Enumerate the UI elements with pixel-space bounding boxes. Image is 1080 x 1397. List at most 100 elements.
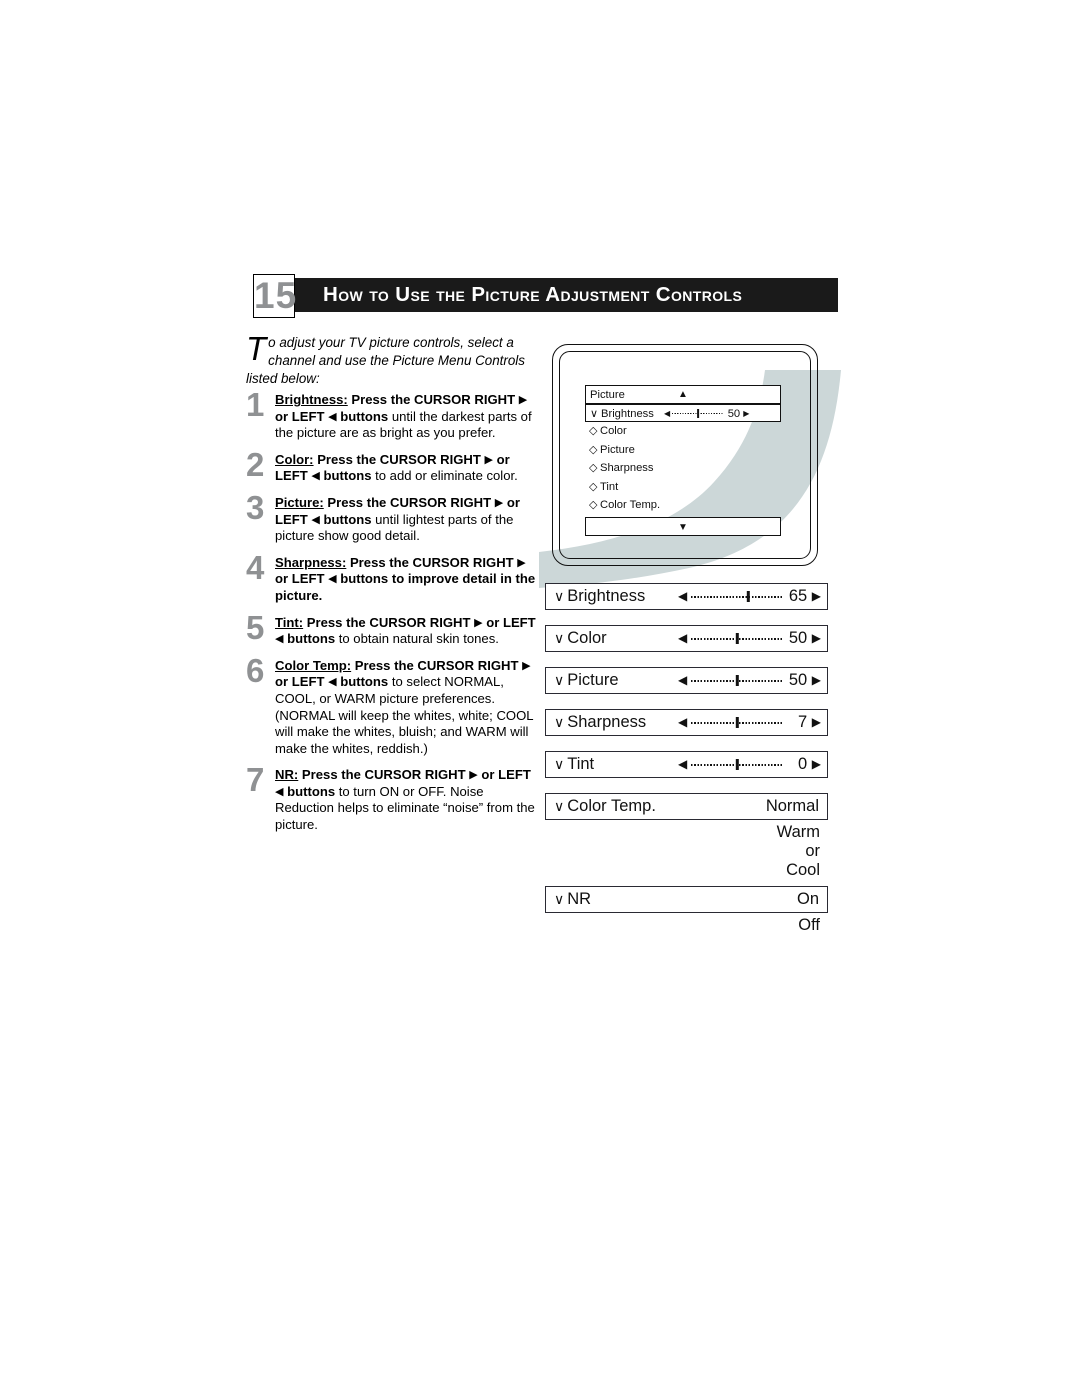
increase-arrow-icon[interactable]: ▶ (812, 752, 821, 777)
osd-menu-item-label: Color (600, 425, 627, 437)
slider-track[interactable] (691, 759, 784, 771)
increase-arrow-icon[interactable]: ▶ (812, 626, 821, 651)
step-bold-lead: Press the CURSOR RIGHT (349, 554, 518, 570)
scroll-down-icon[interactable]: ▼ (678, 518, 688, 537)
step-number: 2 (246, 445, 265, 483)
step-item: 4 Sharpness: Press the CURSOR RIGHT ▶ or … (246, 550, 536, 605)
increase-arrow-icon[interactable]: ▶ (812, 668, 821, 693)
setting-slider[interactable]: ◀ 50 ▶ (678, 626, 821, 651)
cursor-right-icon: ▶ (474, 616, 483, 629)
osd-menu-item-label: Brightness (601, 407, 654, 420)
setting-bar-label: ∨ Sharpness (554, 713, 647, 731)
cursor-right-icon: ▶ (484, 453, 493, 466)
osd-menu-item[interactable]: ◇ Picture (585, 441, 781, 460)
setting-bar[interactable]: ∨ NR On (545, 886, 828, 913)
setting-slider[interactable]: ◀ 0 ▶ (678, 752, 821, 777)
decrease-arrow-icon[interactable]: ◀ (678, 668, 687, 693)
cursor-right-icon: ▶ (522, 659, 531, 672)
step-bold-tail: buttons (319, 468, 372, 484)
step-bold-mid: or LEFT (275, 674, 329, 690)
step-term: Picture: (275, 494, 324, 510)
tv-illustration: Picture ▲ ∨ Brightness ◀ 50 ▶ ◇ Color ◇ Picture ◇ S… (539, 330, 841, 588)
setting-slider[interactable]: ◀ 65 ▶ (678, 584, 821, 609)
slider-track[interactable] (672, 409, 725, 419)
decrease-arrow-icon[interactable]: ◀ (678, 584, 687, 609)
step-term: Brightness: (275, 392, 348, 407)
scroll-up-icon[interactable]: ▲ (678, 386, 688, 405)
cursor-left-icon: ◀ (328, 410, 337, 423)
step-number: 4 (246, 548, 265, 586)
step-bold-lead: Press the CURSOR RIGHT (354, 657, 523, 673)
setting-bar-label: ∨ Picture (554, 671, 619, 689)
setting-bar[interactable]: ∨ Sharpness ◀ 7 ▶ (545, 709, 828, 736)
osd-menu-item[interactable]: ◇ Color (585, 422, 781, 441)
slider-track[interactable] (691, 591, 784, 603)
setting-value: On (796, 890, 819, 908)
settings-bar-list: ∨ Brightness ◀ 65 ▶ ∨ Color ◀ 50 ▶ ∨ Picture ◀ 50 ▶… (545, 583, 828, 941)
cursor-right-icon: ▶ (469, 769, 478, 782)
step-text: Tint: Press the CURSOR RIGHT ▶ or LEFT ◀… (275, 615, 536, 648)
step-number: 7 (246, 761, 265, 799)
decrease-arrow-icon[interactable]: ◀ (678, 710, 687, 735)
decrease-arrow-icon[interactable]: ◀ (678, 752, 687, 777)
osd-menu-item[interactable]: ◇ Color Temp. (585, 496, 781, 515)
step-bold-mid: or LEFT (482, 614, 536, 630)
slider-value: 50 (788, 629, 808, 648)
step-rest-text: to obtain natural skin tones. (335, 631, 499, 647)
setting-bar[interactable]: ∨ Tint ◀ 0 ▶ (545, 751, 828, 778)
decrease-arrow-icon[interactable]: ◀ (664, 405, 670, 424)
step-bold-tail: buttons (319, 511, 372, 527)
setting-slider[interactable]: ◀ 50 ▶ (678, 668, 821, 693)
setting-alternate-option: Warm (776, 823, 820, 841)
osd-header-label: Picture (590, 389, 625, 401)
setting-bar-label: ∨ Color (554, 629, 607, 647)
slider-value: 50 (727, 407, 741, 420)
slider-value: 0 (797, 755, 808, 774)
slider-value: 50 (788, 671, 808, 690)
step-item: 6 Color Temp: Press the CURSOR RIGHT ▶ or… (246, 653, 536, 758)
osd-menu-item[interactable]: ◇ Sharpness (585, 459, 781, 478)
setting-bar-label: ∨ Color Temp. (554, 797, 656, 815)
step-number: 5 (246, 608, 265, 646)
setting-alternate-options: Off (545, 916, 828, 935)
selected-check-icon: ∨ (554, 798, 565, 814)
increase-arrow-icon[interactable]: ▶ (812, 584, 821, 609)
selected-check-icon: ∨ (554, 756, 565, 772)
setting-bar[interactable]: ∨ Color ◀ 50 ▶ (545, 625, 828, 652)
setting-alternate-option: Cool (786, 861, 820, 879)
osd-menu-item[interactable]: ∨ Brightness ◀ 50 ▶ (585, 403, 781, 424)
step-bold-mid: or LEFT (477, 767, 531, 783)
tv-on-screen-menu: Picture ▲ ∨ Brightness ◀ 50 ▶ ◇ Color ◇ Picture ◇ S… (585, 385, 781, 536)
step-text: Brightness: Press the CURSOR RIGHT ▶ or … (275, 392, 536, 442)
bullet-diamond-icon: ◇ (589, 480, 598, 493)
step-bold-tail: buttons (336, 674, 389, 690)
setting-slider[interactable]: ◀ 7 ▶ (678, 710, 821, 735)
selected-check-icon: ∨ (554, 588, 565, 604)
cursor-right-icon: ▶ (517, 556, 526, 569)
step-number: 3 (246, 488, 265, 526)
osd-menu-item-label: Sharpness (600, 462, 654, 474)
step-term: Color: (275, 451, 314, 467)
step-bold-lead: Press the CURSOR RIGHT (317, 451, 485, 467)
step-item: 7 NR: Press the CURSOR RIGHT ▶ or LEFT ◀ … (246, 763, 536, 833)
setting-alternate-options: Warm or Cool (545, 823, 828, 880)
increase-arrow-icon[interactable]: ▶ (812, 710, 821, 735)
selected-check-icon: ∨ (554, 714, 565, 730)
step-item: 5 Tint: Press the CURSOR RIGHT ▶ or LEFT … (246, 610, 536, 648)
setting-bar[interactable]: ∨ Color Temp. Normal (545, 793, 828, 820)
slider-track[interactable] (691, 633, 784, 645)
increase-arrow-icon[interactable]: ▶ (743, 405, 749, 424)
osd-slider[interactable]: ◀ 50 ▶ (664, 405, 776, 424)
slider-track[interactable] (691, 717, 784, 729)
step-text: Color Temp: Press the CURSOR RIGHT ▶ or … (275, 658, 536, 758)
step-bold-mid: or LEFT (275, 571, 329, 587)
slider-track[interactable] (691, 675, 784, 687)
setting-bar[interactable]: ∨ Brightness ◀ 65 ▶ (545, 583, 828, 610)
setting-bar[interactable]: ∨ Picture ◀ 50 ▶ (545, 667, 828, 694)
step-number: 6 (246, 651, 265, 689)
osd-menu-item[interactable]: ◇ Tint (585, 478, 781, 497)
setting-value: Normal (765, 797, 819, 815)
step-bold-tail: buttons (283, 783, 336, 799)
intro-text: o adjust your TV picture controls, selec… (246, 335, 525, 387)
decrease-arrow-icon[interactable]: ◀ (678, 626, 687, 651)
